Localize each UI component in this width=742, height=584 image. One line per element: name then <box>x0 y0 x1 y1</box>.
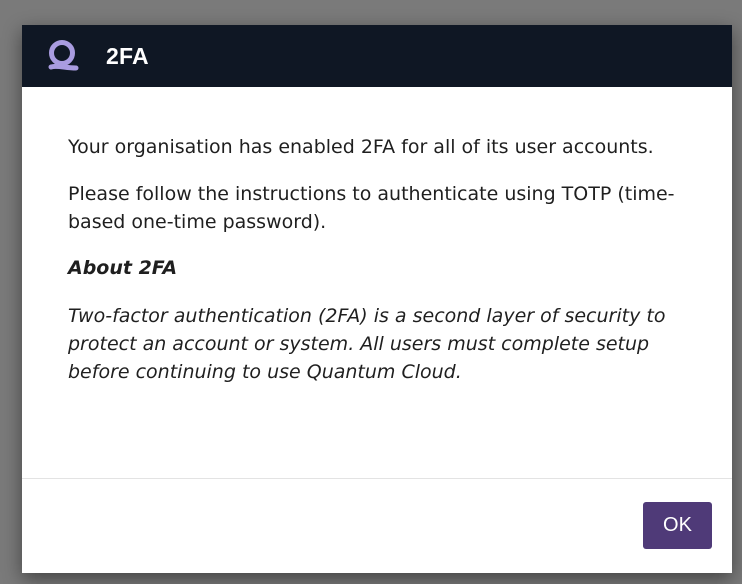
footer-divider <box>22 478 732 479</box>
quantum-logo-icon <box>44 37 82 75</box>
ok-button[interactable]: OK <box>643 502 712 549</box>
about-2fa-heading: About 2FA <box>68 257 178 279</box>
twofa-dialog: 2FA Your organisation has enabled 2FA fo… <box>22 25 732 573</box>
dialog-title: 2FA <box>106 42 149 69</box>
dialog-header: 2FA <box>22 25 732 87</box>
about-2fa-text: Two-factor authentication (2FA) is a sec… <box>68 305 666 383</box>
org-2fa-enabled-text: Your organisation has enabled 2FA for al… <box>68 136 654 158</box>
totp-instructions-text: Please follow the instructions to authen… <box>68 183 675 233</box>
dialog-body: Your organisation has enabled 2FA for al… <box>22 87 732 386</box>
